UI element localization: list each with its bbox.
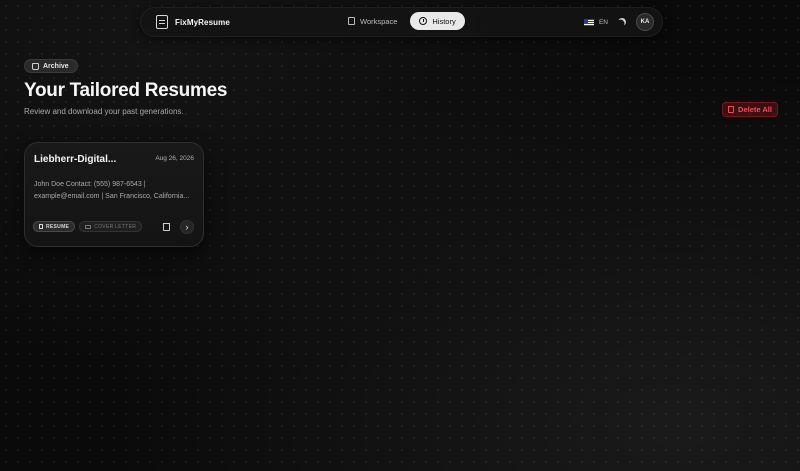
trash-icon xyxy=(728,106,735,113)
card-chips: RESUME COVER LETTER xyxy=(33,221,143,232)
brand-name: FixMyResume xyxy=(175,17,230,27)
resume-chip[interactable]: RESUME xyxy=(33,221,76,232)
tab-history[interactable]: History xyxy=(410,12,465,30)
document-icon xyxy=(39,224,43,229)
card-date: Aug 26, 2026 xyxy=(155,155,194,162)
resume-logo-icon xyxy=(156,15,168,29)
page-subtitle: Review and download your past generation… xyxy=(24,107,184,116)
cover-letter-chip[interactable]: COVER LETTER xyxy=(79,221,143,232)
resume-card[interactable]: Liebherr-Digital... Aug 26, 2026 John Do… xyxy=(24,142,204,247)
language-selector[interactable]: EN xyxy=(583,18,608,26)
card-preview-line: example@email.com | San Francisco, Calif… xyxy=(34,192,190,200)
nav-tabs: Workspace History xyxy=(339,12,465,30)
document-icon xyxy=(348,17,355,25)
tab-workspace[interactable]: Workspace xyxy=(339,12,406,30)
moon-icon[interactable] xyxy=(617,17,627,27)
cover-letter-chip-label: COVER LETTER xyxy=(94,223,137,230)
nav-right: EN KA xyxy=(583,13,654,31)
trash-icon[interactable] xyxy=(163,223,170,231)
mail-icon xyxy=(85,224,92,229)
clock-icon xyxy=(419,17,428,25)
card-preview: John Doe Contact: (555) 987-6543 | examp… xyxy=(34,179,196,202)
archive-badge-label: Archive xyxy=(43,62,69,70)
chevron-right-icon[interactable]: › xyxy=(180,220,194,234)
us-flag-icon xyxy=(583,18,594,26)
language-label: EN xyxy=(598,18,608,26)
delete-all-label: Delete All xyxy=(738,105,772,114)
card-preview-line: John Doe Contact: (555) 987-6543 | xyxy=(34,181,146,188)
page-title: Your Tailored Resumes xyxy=(24,80,228,101)
tab-history-label: History xyxy=(432,16,456,26)
card-title: Liebherr-Digital... xyxy=(34,154,117,165)
brand[interactable]: FixMyResume xyxy=(156,15,230,29)
tab-workspace-label: Workspace xyxy=(360,16,398,26)
delete-all-button[interactable]: Delete All xyxy=(722,102,778,117)
avatar[interactable]: KA xyxy=(636,13,654,31)
top-nav: FixMyResume Workspace History EN KA xyxy=(140,7,663,37)
archive-badge: Archive xyxy=(24,59,78,73)
archive-icon xyxy=(32,62,39,70)
resume-chip-label: RESUME xyxy=(46,223,70,230)
